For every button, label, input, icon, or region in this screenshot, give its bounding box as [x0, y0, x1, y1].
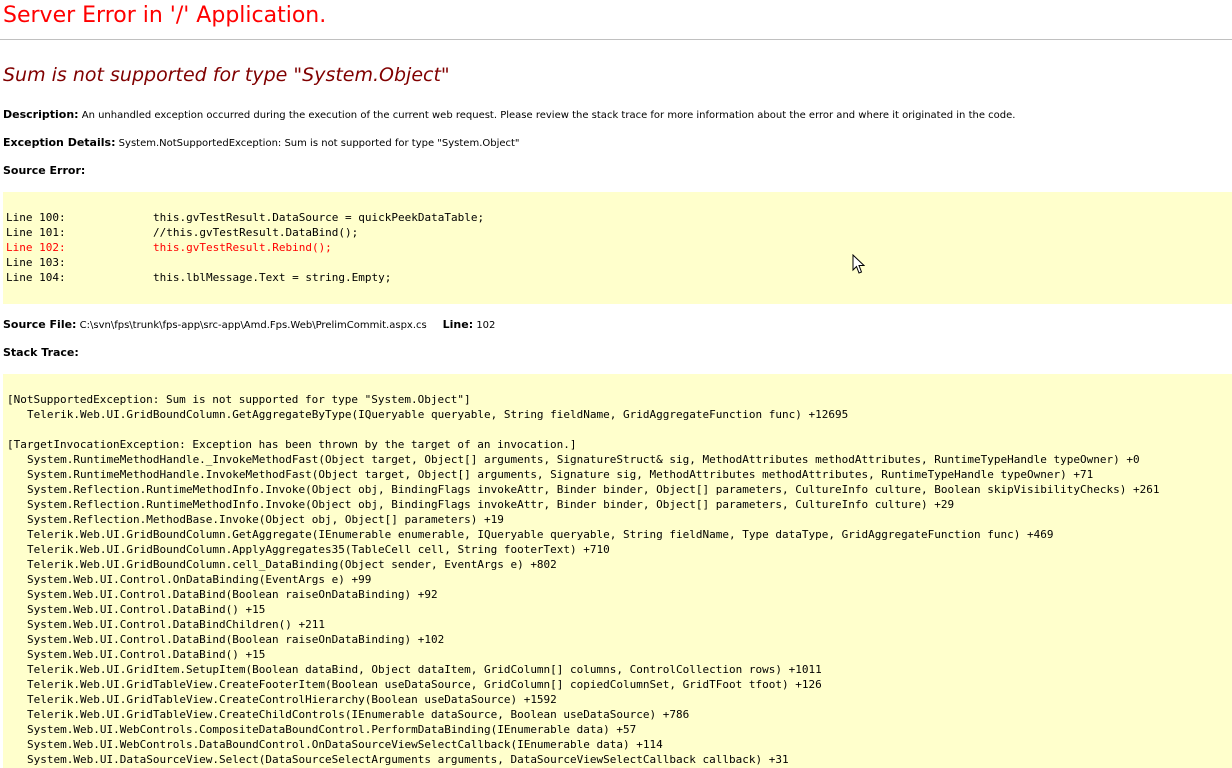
source-line-code: this.lblMessage.Text = string.Empty; [153, 271, 392, 284]
source-line: Line 103: [6, 255, 484, 270]
exception-details-text: System.NotSupportedException: Sum is not… [118, 138, 520, 149]
stack-frame: Telerik.Web.UI.GridBoundColumn.cell_Data… [27, 558, 557, 571]
description-label: Description: [3, 108, 79, 121]
stack-frame: System.Web.UI.Control.DataBind() +15 [27, 648, 266, 661]
source-line-number: Line 100: [6, 211, 66, 224]
exception-details-section: Exception Details: System.NotSupportedEx… [3, 136, 520, 149]
source-line-number: Line 104: [6, 271, 66, 284]
description-section: Description: An unhandled exception occu… [3, 108, 1015, 121]
stack-trace-label: Stack Trace: [3, 346, 79, 359]
stack-frame: System.RuntimeMethodHandle._InvokeMethod… [27, 453, 1140, 466]
stack-frame: Telerik.Web.UI.GridBoundColumn.ApplyAggr… [27, 543, 610, 556]
stack-frame: System.Reflection.MethodBase.Invoke(Obje… [27, 513, 504, 526]
stack-trace-box: [NotSupportedException: Sum is not suppo… [3, 374, 1232, 768]
description-text: An unhandled exception occurred during t… [81, 110, 1016, 121]
line-value: 102 [476, 320, 496, 331]
stack-frame: System.Reflection.RuntimeMethodInfo.Invo… [27, 483, 1160, 496]
exception-details-label: Exception Details: [3, 136, 116, 149]
stack-frame: System.Web.UI.WebControls.DataBoundContr… [27, 738, 663, 751]
source-code-block: Line 100: this.gvTestResult.DataSource = … [6, 210, 484, 285]
stack-frame: System.Web.UI.Control.DataBindChildren()… [27, 618, 326, 631]
source-line: Line 100: this.gvTestResult.DataSource = … [6, 210, 484, 225]
source-line: Line 104: this.lblMessage.Text = string.E… [6, 270, 484, 285]
source-line: Line 102: this.gvTestResult.Rebind(); [6, 240, 484, 255]
stack-frame: System.RuntimeMethodHandle.InvokeMethodF… [27, 468, 1094, 481]
stack-frame: System.Web.UI.DataSourceView.Select(Data… [27, 753, 789, 766]
source-error-label: Source Error: [3, 164, 86, 177]
source-line-number: Line 101: [6, 226, 66, 239]
stack-frame: System.Web.UI.WebControls.CompositeDataB… [27, 723, 637, 736]
stack-frame: Telerik.Web.UI.GridTableView.CreateContr… [27, 693, 557, 706]
stack-frame: System.Web.UI.Control.DataBind() +15 [27, 603, 266, 616]
source-file-path: C:\svn\fps\trunk\fps-app\src-app\Amd.Fps… [79, 320, 427, 331]
stack-frame: System.Reflection.RuntimeMethodInfo.Invo… [27, 498, 955, 511]
stack-spacer [7, 422, 1159, 437]
source-line-code: //this.gvTestResult.DataBind(); [153, 226, 359, 239]
stack-frame: Telerik.Web.UI.GridItem.SetupItem(Boolea… [27, 663, 822, 676]
line-label: Line: [442, 318, 474, 331]
stack-trace-block: [NotSupportedException: Sum is not suppo… [7, 392, 1159, 767]
source-file-section: Source File: C:\svn\fps\trunk\fps-app\sr… [3, 318, 495, 331]
stack-frame: Telerik.Web.UI.GridTableView.CreateChild… [27, 708, 690, 721]
stack-frame: Telerik.Web.UI.GridBoundColumn.GetAggreg… [27, 528, 1054, 541]
source-error-box: Line 100: this.gvTestResult.DataSource = … [3, 192, 1232, 304]
stack-exception-header: [NotSupportedException: Sum is not suppo… [7, 393, 471, 406]
error-message: Sum is not supported for type "System.Ob… [3, 64, 450, 86]
title-divider [0, 39, 1232, 40]
source-file-label: Source File: [3, 318, 77, 331]
stack-frame: Telerik.Web.UI.GridBoundColumn.GetAggreg… [27, 408, 849, 421]
stack-exception-header: [TargetInvocationException: Exception ha… [7, 438, 577, 451]
source-line: Line 101: //this.gvTestResult.DataBind(); [6, 225, 484, 240]
source-line-code: this.gvTestResult.Rebind(); [153, 241, 332, 254]
source-line-number: Line 102: [6, 241, 66, 254]
stack-frame: Telerik.Web.UI.GridTableView.CreateFoote… [27, 678, 822, 691]
mouse-pointer-icon [852, 254, 865, 274]
stack-frame: System.Web.UI.Control.DataBind(Boolean r… [27, 633, 445, 646]
source-line-code: this.gvTestResult.DataSource = quickPeek… [153, 211, 485, 224]
stack-frame: System.Web.UI.Control.DataBind(Boolean r… [27, 588, 438, 601]
page-title: Server Error in '/' Application. [3, 3, 327, 28]
stack-frame: System.Web.UI.Control.OnDataBinding(Even… [27, 573, 372, 586]
source-line-number: Line 103: [6, 256, 66, 269]
